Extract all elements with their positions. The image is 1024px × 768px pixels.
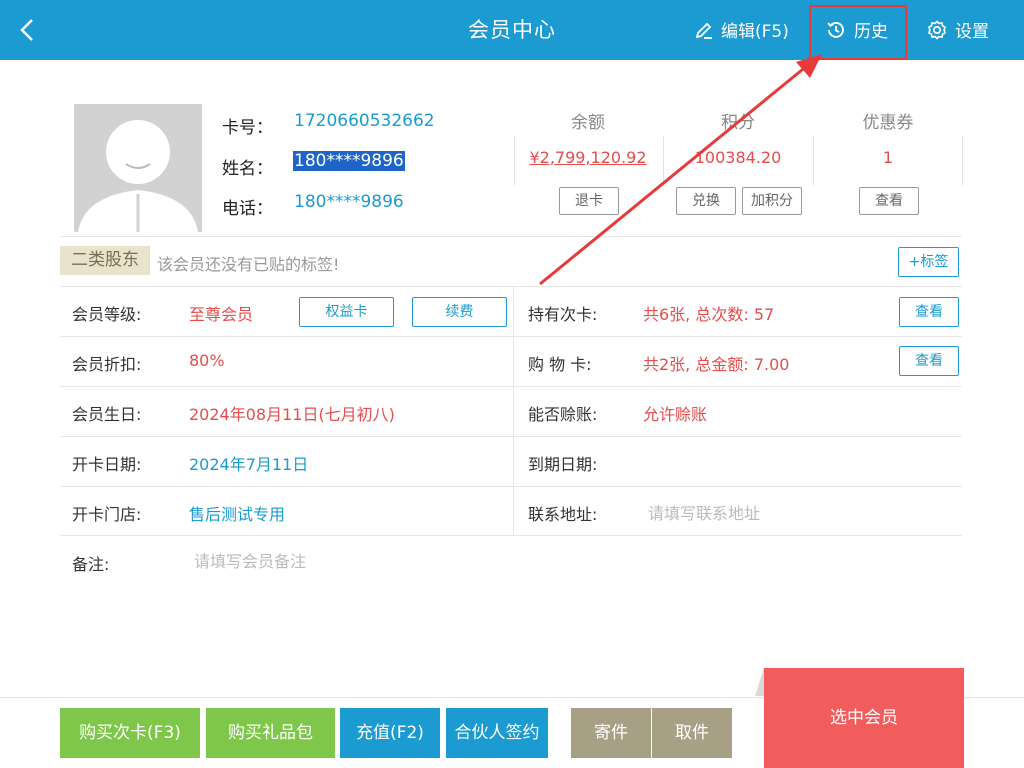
add-points-button[interactable]: 加积分 [742, 187, 802, 215]
divider [60, 486, 962, 487]
pickup-item-button[interactable]: 取件 [652, 708, 732, 758]
remark-input[interactable]: 请填写会员备注 [194, 548, 306, 572]
balance-value[interactable]: ¥2,799,120.92 [513, 148, 663, 172]
avatar [74, 104, 202, 232]
edit-button[interactable]: 编辑(F5) [694, 17, 789, 42]
recharge-button[interactable]: 充值(F2) [340, 708, 440, 758]
add-tag-button[interactable]: +标签 [898, 247, 959, 277]
column-divider [513, 287, 514, 535]
pencil-icon [694, 20, 714, 40]
benefit-card-button[interactable]: 权益卡 [299, 297, 394, 327]
times-card-label: 持有次卡: [528, 305, 598, 324]
buy-times-card-button[interactable]: 购买次卡(F3) [60, 708, 200, 758]
default-avatar-icon [74, 104, 202, 232]
member-tag-badge: 二类股东 [60, 246, 150, 275]
edit-label: 编辑(F5) [721, 22, 789, 42]
credit-label: 能否赊账: [528, 405, 598, 424]
stat-divider [663, 136, 664, 186]
buy-gift-pack-button[interactable]: 购买礼品包 [206, 708, 335, 758]
coupon-value: 1 [882, 148, 894, 167]
settings-label: 设置 [955, 22, 989, 42]
birthday-label: 会员生日: [72, 405, 142, 424]
stat-divider [962, 136, 963, 186]
select-member-button[interactable]: 选中会员 [764, 668, 964, 768]
open-date-label: 开卡日期: [72, 455, 142, 474]
name-label: 姓名： [222, 159, 273, 179]
shopping-card-value: 共2张, 总金额: 7.00 [643, 355, 790, 374]
expire-date-label: 到期日期: [528, 455, 598, 474]
address-input[interactable]: 请填写联系地址 [648, 500, 760, 524]
view-shopping-card-button[interactable]: 查看 [899, 346, 959, 376]
view-times-card-button[interactable]: 查看 [899, 297, 959, 327]
balance-label: 余额 [571, 113, 605, 133]
open-date-value: 2024年7月11日 [189, 455, 309, 474]
partner-sign-button[interactable]: 合伙人签约 [446, 708, 548, 758]
no-tags-tip: 该会员还没有已贴的标签! [157, 255, 340, 274]
points-stat: 积分 100384.20 [663, 108, 813, 172]
remark-label: 备注: [72, 555, 110, 574]
times-card-value: 共6张, 总次数: 57 [643, 305, 775, 324]
renew-button[interactable]: 续费 [412, 297, 507, 327]
select-member-tab-corner [755, 668, 764, 696]
open-store-label: 开卡门店: [72, 505, 142, 524]
gear-icon [926, 19, 948, 41]
credit-value: 允许赊账 [643, 405, 708, 424]
stat-divider [813, 136, 814, 186]
phone-label: 电话： [222, 199, 273, 219]
birthday-value: 2024年08月11日(七月初八) [189, 405, 395, 424]
card-no-value: 1720660532662 [294, 111, 435, 131]
phone-value: 180****9896 [294, 192, 404, 212]
address-label: 联系地址: [528, 505, 598, 524]
member-level-label: 会员等级: [72, 305, 142, 324]
divider [60, 336, 962, 337]
divider [60, 386, 962, 387]
settings-button[interactable]: 设置 [926, 17, 989, 42]
coupon-stat: 优惠券 1 [813, 108, 963, 172]
balance-stat: 余额 ¥2,799,120.92 [513, 108, 663, 172]
history-highlight-box [809, 5, 907, 60]
divider [60, 236, 962, 237]
stat-divider [514, 136, 515, 186]
deposit-item-button[interactable]: 寄件 [571, 708, 651, 758]
open-store-value: 售后测试专用 [189, 505, 286, 524]
exchange-points-button[interactable]: 兑换 [676, 187, 736, 215]
divider [60, 535, 962, 536]
member-discount-value: 80% [189, 351, 225, 370]
view-coupon-button[interactable]: 查看 [859, 187, 919, 215]
member-level-value: 至尊会员 [189, 305, 254, 324]
member-discount-label: 会员折扣: [72, 355, 142, 374]
divider [60, 436, 962, 437]
name-value[interactable]: 180****9896 [293, 151, 405, 171]
divider [60, 286, 962, 287]
refund-card-button[interactable]: 退卡 [559, 187, 619, 215]
points-value: 100384.20 [694, 148, 782, 167]
points-label: 积分 [721, 113, 755, 133]
shopping-card-label: 购 物 卡: [528, 355, 592, 374]
card-no-label: 卡号： [222, 118, 273, 138]
coupon-label: 优惠券 [862, 113, 914, 133]
